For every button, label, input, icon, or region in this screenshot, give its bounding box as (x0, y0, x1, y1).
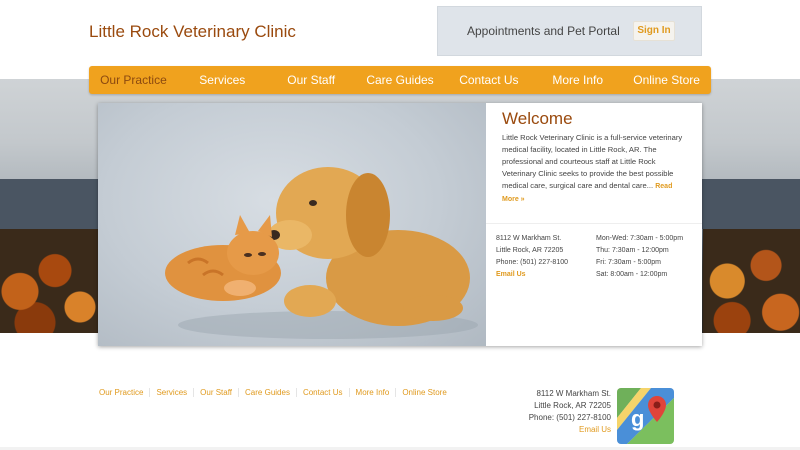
footer-link-services[interactable]: Services (150, 388, 195, 397)
nav-services[interactable]: Services (178, 66, 267, 94)
main-nav: Our Practice Services Our Staff Care Gui… (89, 66, 711, 94)
footer-link-our-staff[interactable]: Our Staff (194, 388, 240, 397)
contact-phone[interactable]: Phone: (501) 227-8100 (496, 257, 568, 269)
footer-link-our-practice[interactable]: Our Practice (99, 388, 151, 397)
hours-mon-wed: Mon-Wed: 7:30am - 5:00pm (596, 235, 684, 242)
nav-contact-us[interactable]: Contact Us (444, 66, 533, 94)
autumn-trees-right (703, 229, 800, 333)
svg-text:g: g (631, 406, 644, 431)
footer-link-online-store[interactable]: Online Store (396, 388, 452, 397)
contact-email-link[interactable]: Email Us (496, 269, 568, 281)
footer-email-link[interactable]: Email Us (500, 424, 611, 436)
welcome-card: Welcome Little Rock Veterinary Clinic is… (98, 103, 702, 346)
footer-link-care-guides[interactable]: Care Guides (239, 388, 297, 397)
sign-in-button[interactable]: Sign In (633, 21, 675, 41)
info-divider (486, 223, 702, 224)
footer-link-contact-us[interactable]: Contact Us (297, 388, 350, 397)
puppy-kitten-illustration (165, 167, 478, 339)
footer-nav: Our Practice Services Our Staff Care Gui… (99, 388, 453, 397)
hours-sat: Sat: 8:00am - 12:00pm (596, 271, 668, 278)
footer-address: 8112 W Markham St. Little Rock, AR 72205… (500, 388, 611, 436)
contact-city: Little Rock, AR 72205 (496, 247, 564, 254)
footer-phone[interactable]: Phone: (501) 227-8100 (500, 412, 611, 424)
welcome-intro-text: Little Rock Veterinary Clinic is a full-… (502, 133, 683, 190)
nav-our-staff[interactable]: Our Staff (267, 66, 356, 94)
pet-portal-label: Appointments and Pet Portal (467, 24, 620, 38)
nav-more-info[interactable]: More Info (533, 66, 622, 94)
hours-thu: Thu: 7:30am - 12:00pm (596, 247, 669, 254)
contact-block: 8112 W Markham St. Little Rock, AR 72205… (496, 233, 568, 281)
welcome-intro: Little Rock Veterinary Clinic is a full-… (502, 132, 686, 206)
contact-street: 8112 W Markham St. (496, 235, 562, 242)
footer-street: 8112 W Markham St. (536, 389, 611, 398)
google-maps-icon[interactable]: g (617, 388, 674, 444)
hours-block: Mon-Wed: 7:30am - 5:00pm Thu: 7:30am - 1… (596, 233, 688, 281)
footer-city: Little Rock, AR 72205 (534, 401, 611, 410)
site-title[interactable]: Little Rock Veterinary Clinic (89, 22, 296, 42)
footer-link-more-info[interactable]: More Info (350, 388, 397, 397)
nav-care-guides[interactable]: Care Guides (356, 66, 445, 94)
welcome-title: Welcome (502, 109, 573, 128)
puppy-kitten-photo (98, 103, 486, 346)
nav-our-practice[interactable]: Our Practice (89, 66, 178, 94)
pet-portal-box: Appointments and Pet Portal Sign In (437, 6, 702, 56)
autumn-trees-left (0, 229, 100, 333)
hours-fri: Fri: 7:30am - 5:00pm (596, 259, 661, 266)
nav-online-store[interactable]: Online Store (622, 66, 711, 94)
